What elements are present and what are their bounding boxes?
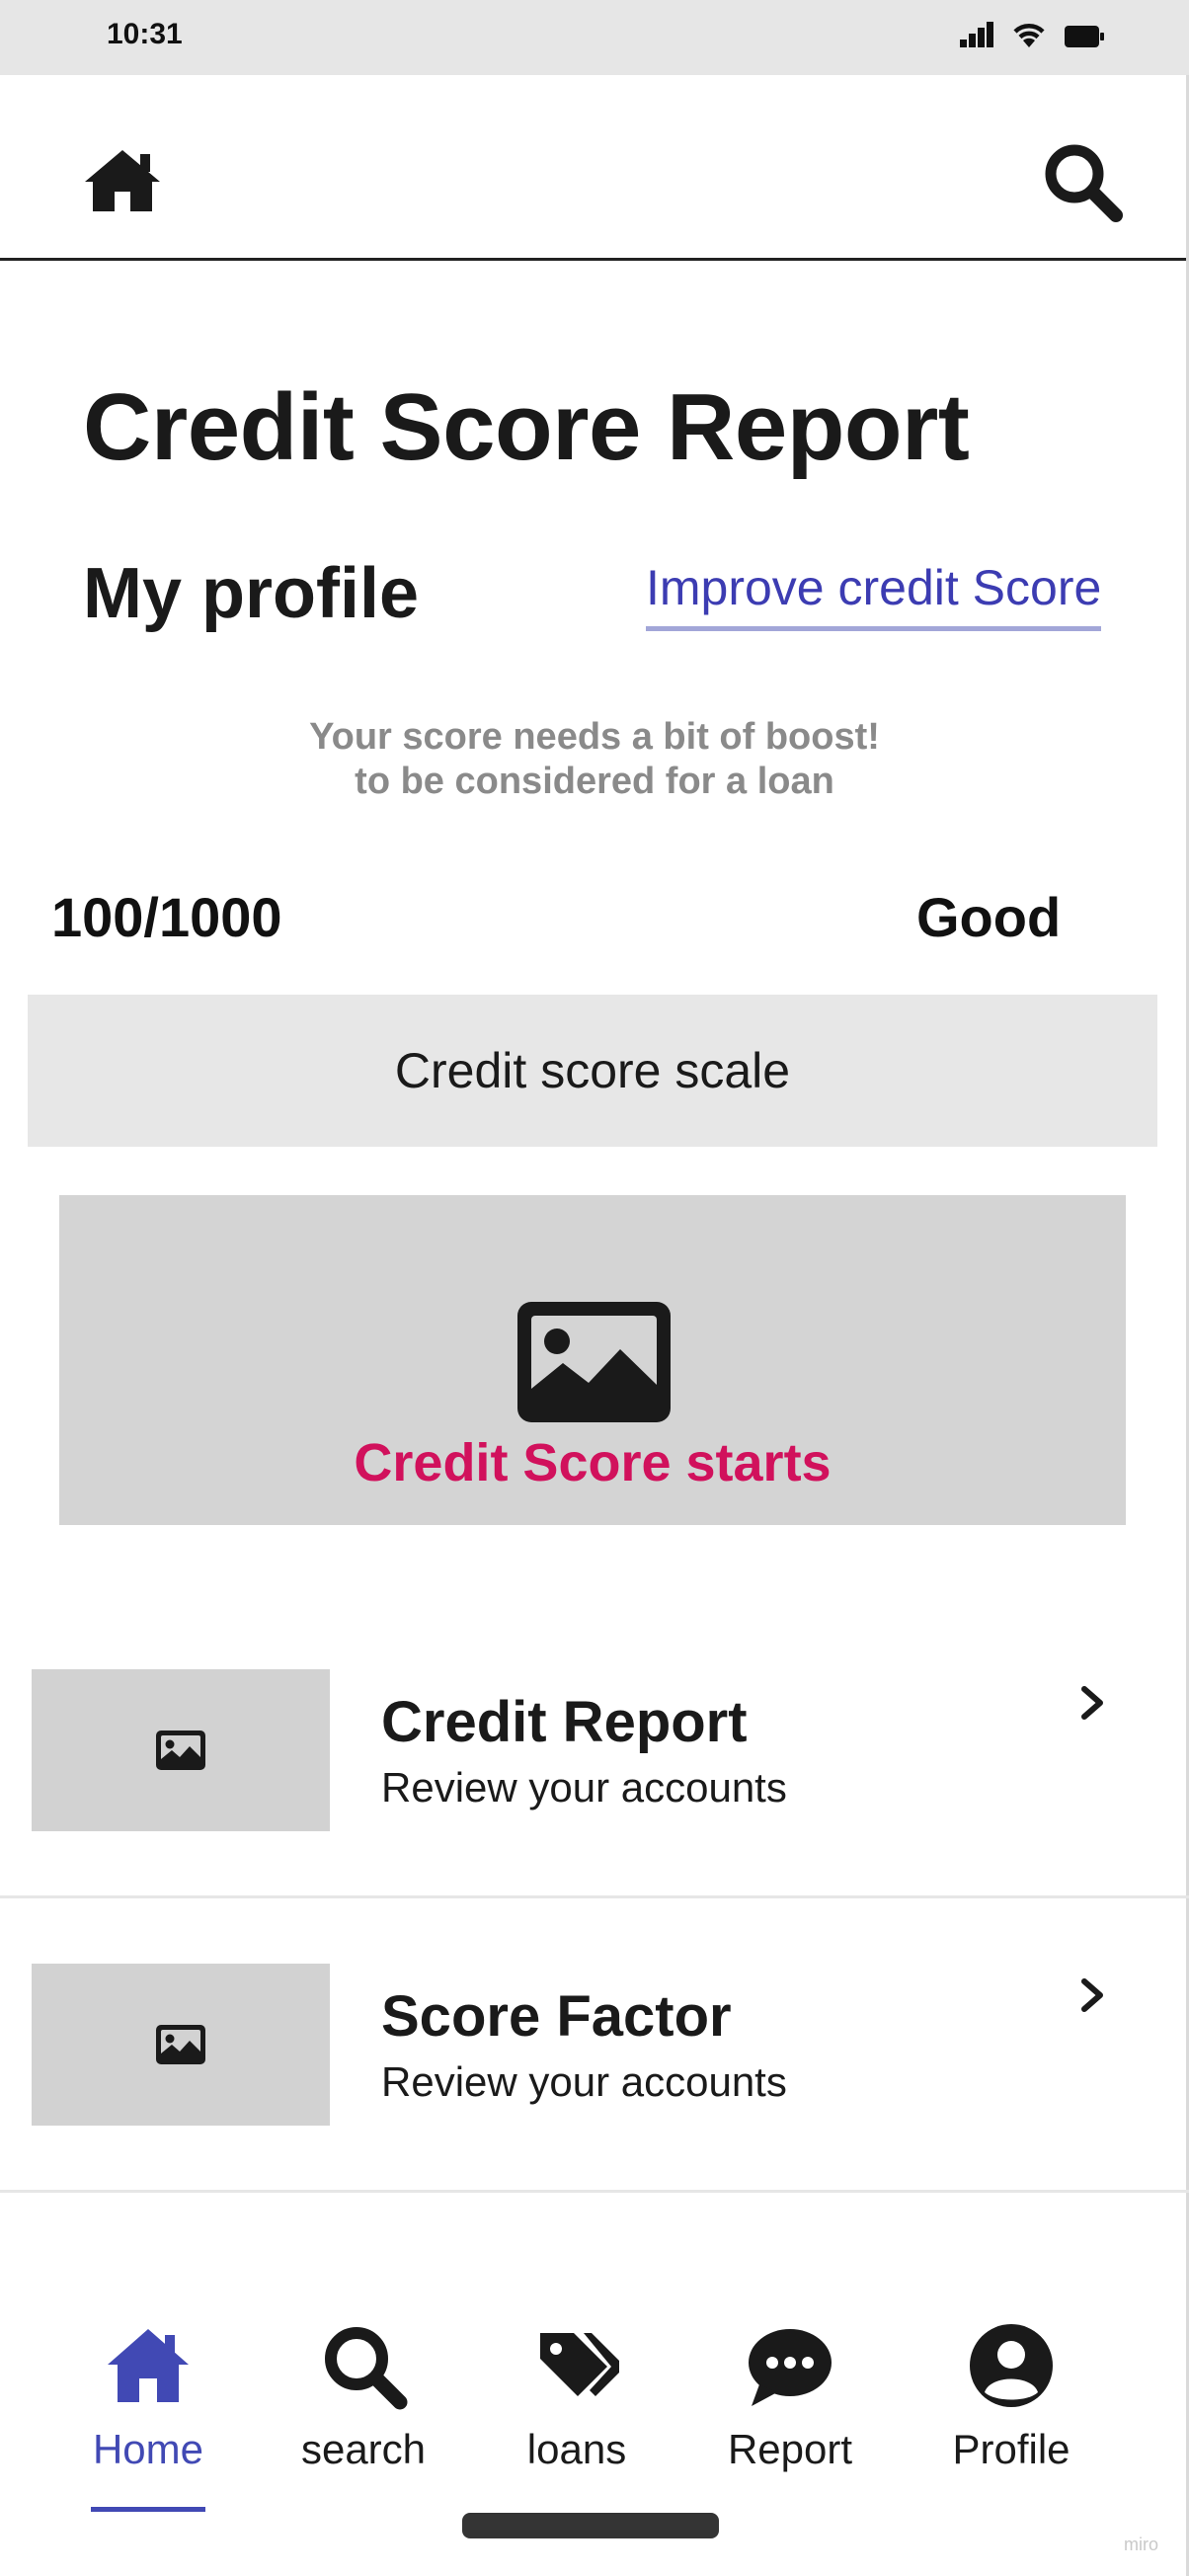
image-icon (156, 2025, 205, 2064)
nav-search[interactable]: search (265, 2321, 462, 2472)
watermark: miro (1124, 2535, 1158, 2554)
list-item-score-factor[interactable]: Score Factor Review your accounts (0, 1964, 1189, 2258)
item-thumbnail (32, 1669, 330, 1831)
item-subtitle: Review your accounts (381, 1764, 787, 1811)
list-item-credit-report[interactable]: Credit Report Review your accounts (0, 1669, 1189, 1964)
home-icon (85, 150, 160, 211)
nav-label-home: Home (92, 2426, 204, 2472)
nav-home[interactable]: Home (49, 2321, 247, 2472)
list-divider (0, 1895, 1189, 1898)
search-icon (325, 2327, 408, 2410)
page-title: Credit Score Report (83, 374, 970, 480)
boost-line-1: Your score needs a bit of boost! (309, 716, 880, 758)
image-icon (156, 1731, 205, 1770)
item-subtitle: Review your accounts (381, 2058, 787, 2105)
battery-icon (1065, 26, 1104, 47)
tags-icon (540, 2333, 619, 2396)
item-thumbnail (32, 1964, 330, 2126)
nav-label-profile: Profile (952, 2426, 1070, 2472)
nav-label-loans: loans (526, 2426, 627, 2472)
chevron-right-icon[interactable] (1076, 1683, 1108, 1723)
nav-report[interactable]: Report (691, 2321, 889, 2472)
scale-label: Credit score scale (394, 1043, 791, 1098)
score-rating: Good (916, 886, 1062, 948)
nav-profile[interactable]: Profile (912, 2321, 1110, 2472)
boost-line-2: to be considered for a loan (355, 761, 834, 802)
status-time: 10:31 (107, 18, 183, 50)
image-icon (517, 1302, 671, 1422)
chevron-right-icon[interactable] (1076, 1975, 1108, 2015)
list-divider (0, 2190, 1189, 2193)
hero-image-placeholder: Credit Score starts (59, 1195, 1126, 1525)
search-icon (1045, 144, 1123, 222)
home-button[interactable] (81, 146, 164, 215)
section-title: My profile (83, 554, 420, 633)
nav-loans[interactable]: loans (478, 2321, 675, 2472)
app-header (0, 75, 1189, 261)
boost-message: Your score needs a bit of boost! to be c… (0, 715, 1189, 804)
item-title: Score Factor (381, 1984, 732, 2049)
signal-icon (960, 22, 993, 47)
search-button[interactable] (1041, 140, 1124, 223)
home-indicator[interactable] (462, 2513, 719, 2538)
improve-credit-score-link[interactable]: Improve credit Score (646, 559, 1102, 631)
nav-label-search: search (300, 2426, 427, 2472)
user-circle-icon (970, 2324, 1053, 2407)
home-icon (108, 2329, 189, 2402)
credit-score-scale: Credit score scale (28, 995, 1157, 1147)
score-value: 100/1000 (51, 886, 282, 948)
active-tab-indicator (91, 2507, 205, 2512)
chat-bubble-icon (749, 2329, 832, 2406)
status-icons (960, 22, 1104, 47)
wifi-icon (1013, 24, 1045, 47)
item-title: Credit Report (381, 1690, 748, 1754)
hero-label: Credit Score starts (354, 1433, 832, 1492)
nav-label-report: Report (727, 2426, 853, 2472)
